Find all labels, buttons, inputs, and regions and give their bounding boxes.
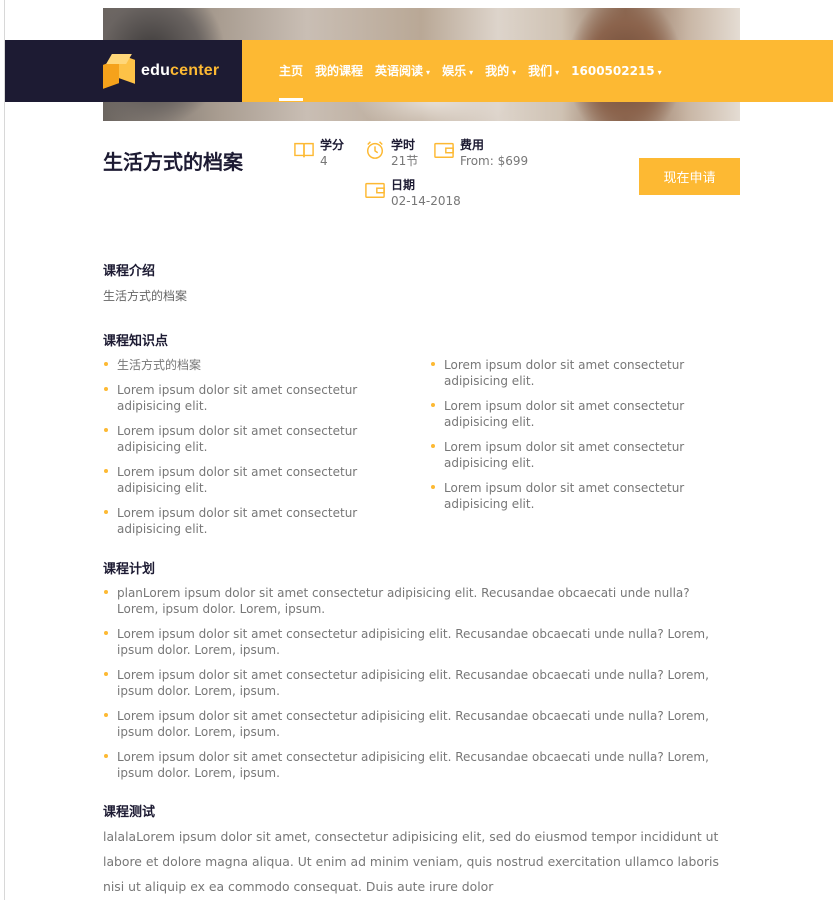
wallet-icon <box>434 142 454 158</box>
list-item: Lorem ipsum dolor sit amet consectetur a… <box>103 708 733 740</box>
hours-label: 学时 <box>391 138 416 152</box>
test-text: lalalaLorem ipsum dolor sit amet, consec… <box>103 829 719 894</box>
course-title: 生活方式的档案 <box>103 150 243 174</box>
list-item: planLorem ipsum dolor sit amet consectet… <box>103 585 733 617</box>
nav-item-label: 我们 <box>528 64 553 78</box>
nav-item-label: 英语阅读 <box>375 64 424 78</box>
knowledge-list-right: Lorem ipsum dolor sit amet consectetur a… <box>430 357 735 521</box>
fee-label: 费用 <box>460 138 485 152</box>
nav-item-home[interactable]: 主页 <box>279 62 304 101</box>
nav-item-mine[interactable]: 我的 ▾ <box>485 62 516 79</box>
site-logo[interactable]: educenter <box>103 53 219 89</box>
chevron-down-icon: ▾ <box>426 68 431 77</box>
list-item: Lorem ipsum dolor sit amet consectetur a… <box>103 464 403 496</box>
section-title-intro: 课程介绍 <box>103 264 156 279</box>
logo-icon <box>103 54 135 89</box>
list-item: Lorem ipsum dolor sit amet consectetur a… <box>103 423 403 455</box>
nav-item-entertainment[interactable]: 娱乐 ▾ <box>442 62 473 79</box>
section-title-knowledge: 课程知识点 <box>103 334 169 349</box>
list-item: Lorem ipsum dolor sit amet consectetur a… <box>103 749 733 781</box>
nav-item-about-us[interactable]: 我们 ▾ <box>528 62 559 79</box>
credits-label: 学分 <box>320 138 345 152</box>
credits-value: 4 <box>320 154 328 168</box>
logo-text-main: edu <box>141 62 171 79</box>
nav-item-label: 我的 <box>485 64 510 78</box>
nav-item-english-reading[interactable]: 英语阅读 ▾ <box>375 62 430 79</box>
main-menu: 主页 我的课程 英语阅读 ▾ 娱乐 ▾ 我的 ▾ 我们 ▾ 1600502215 ▾ <box>279 62 674 101</box>
plan-list: planLorem ipsum dolor sit amet consectet… <box>103 585 733 790</box>
list-item: Lorem ipsum dolor sit amet consectetur a… <box>103 667 733 699</box>
meta-date: 日期 02-14-2018 <box>365 178 461 209</box>
nav-item-user-account[interactable]: 1600502215 ▾ <box>571 64 662 78</box>
clock-icon <box>367 141 383 159</box>
calendar-icon <box>365 182 385 198</box>
meta-fee: 费用 From: $699 <box>434 138 528 169</box>
list-item: Lorem ipsum dolor sit amet consectetur a… <box>430 357 735 389</box>
meta-credits: 学分 4 <box>294 138 344 169</box>
nav-item-label: 主页 <box>279 64 304 78</box>
apply-now-button[interactable]: 现在申请 <box>639 158 740 195</box>
list-item: Lorem ipsum dolor sit amet consectetur a… <box>430 398 735 430</box>
nav-item-my-courses[interactable]: 我的课程 <box>315 62 363 79</box>
section-title-plan: 课程计划 <box>103 562 156 577</box>
list-item: Lorem ipsum dolor sit amet consectetur a… <box>103 626 733 658</box>
list-item: 生活方式的档案 <box>103 357 403 373</box>
nav-item-label: 娱乐 <box>442 64 467 78</box>
list-item: Lorem ipsum dolor sit amet consectetur a… <box>430 480 735 512</box>
hours-value: 21节 <box>391 154 419 168</box>
book-icon <box>294 142 314 158</box>
list-item: Lorem ipsum dolor sit amet consectetur a… <box>103 505 403 537</box>
date-label: 日期 <box>391 178 416 192</box>
chevron-down-icon: ▾ <box>512 68 517 77</box>
chevron-down-icon: ▾ <box>555 68 560 77</box>
list-item: Lorem ipsum dolor sit amet consectetur a… <box>430 439 735 471</box>
nav-item-label: 1600502215 <box>571 63 655 78</box>
logo-text: educenter <box>141 62 219 80</box>
nav-item-label: 我的课程 <box>315 64 364 78</box>
chevron-down-icon: ▾ <box>469 68 474 77</box>
chevron-down-icon: ▾ <box>657 67 662 77</box>
knowledge-list-left: 生活方式的档案 Lorem ipsum dolor sit amet conse… <box>103 357 403 546</box>
fee-value: From: $699 <box>460 154 529 168</box>
intro-text: 生活方式的档案 <box>103 289 188 303</box>
logo-text-accent: center <box>170 62 220 79</box>
meta-hours: 学时 21节 <box>365 138 418 169</box>
list-item: Lorem ipsum dolor sit amet consectetur a… <box>103 382 403 414</box>
date-value: 02-14-2018 <box>391 194 461 208</box>
section-title-test: 课程测试 <box>103 805 156 820</box>
